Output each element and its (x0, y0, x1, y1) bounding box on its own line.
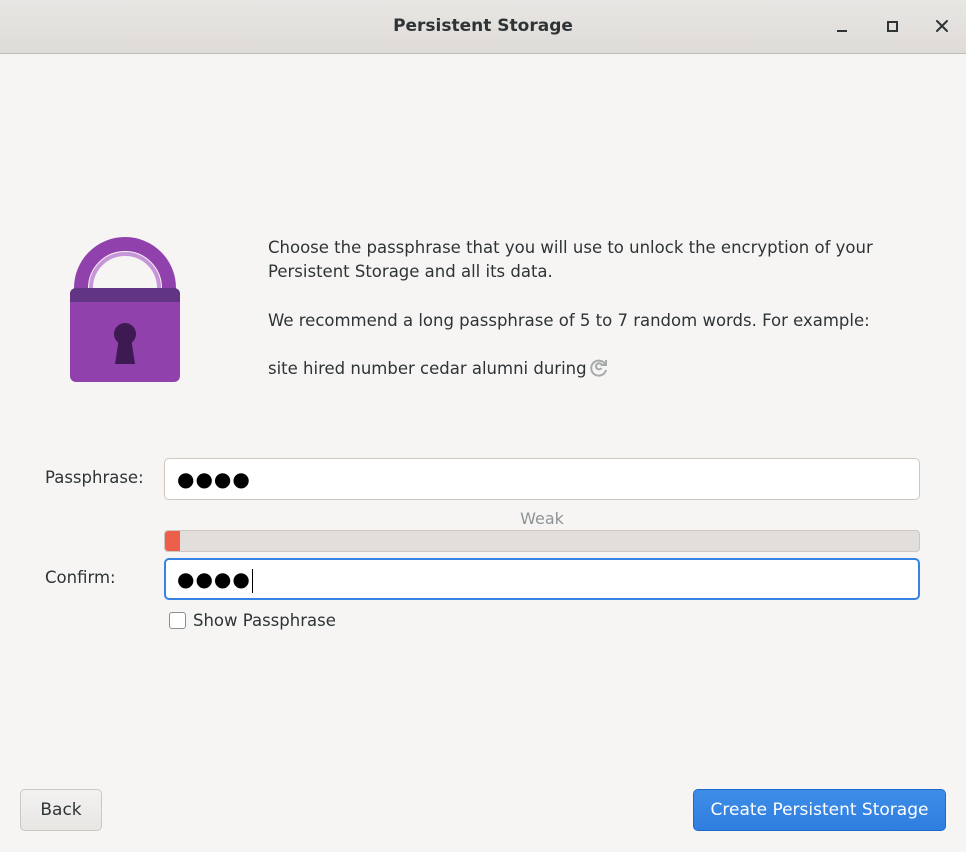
maximize-icon (886, 20, 898, 32)
intro-line-2: Persistent Storage and all its data. (268, 262, 553, 281)
minimize-button[interactable] (830, 14, 854, 38)
text-cursor (251, 568, 253, 593)
window-title: Persistent Storage (393, 16, 573, 36)
title-bar: Persistent Storage (0, 0, 966, 54)
show-passphrase-toggle[interactable]: Show Passphrase (169, 611, 336, 630)
show-passphrase-checkbox[interactable] (169, 612, 186, 629)
padlock-icon (70, 237, 180, 382)
confirm-input[interactable]: ●●●● (164, 558, 920, 600)
intro-line-1: Choose the passphrase that you will use … (268, 238, 873, 257)
passphrase-value: ●●●● (177, 467, 251, 491)
refresh-icon (590, 359, 607, 377)
strength-meter-fill (165, 531, 181, 551)
example-passphrase: site hired number cedar alumni during (268, 359, 587, 378)
back-button[interactable]: Back (20, 789, 102, 831)
confirm-label: Confirm: (45, 568, 116, 587)
close-button[interactable] (930, 14, 954, 38)
passphrase-label: Passphrase: (45, 468, 144, 487)
show-passphrase-label: Show Passphrase (193, 611, 336, 630)
strength-label: Weak (520, 509, 564, 528)
passphrase-input[interactable]: ●●●● (164, 458, 920, 500)
close-icon (936, 20, 948, 32)
recommendation-text: We recommend a long passphrase of 5 to 7… (268, 311, 870, 330)
confirm-value: ●●●● (177, 567, 251, 591)
strength-meter (164, 530, 920, 552)
maximize-button[interactable] (880, 14, 904, 38)
create-persistent-storage-button[interactable]: Create Persistent Storage (693, 789, 946, 831)
regenerate-example-button[interactable] (588, 357, 610, 379)
minimize-icon (837, 30, 847, 32)
